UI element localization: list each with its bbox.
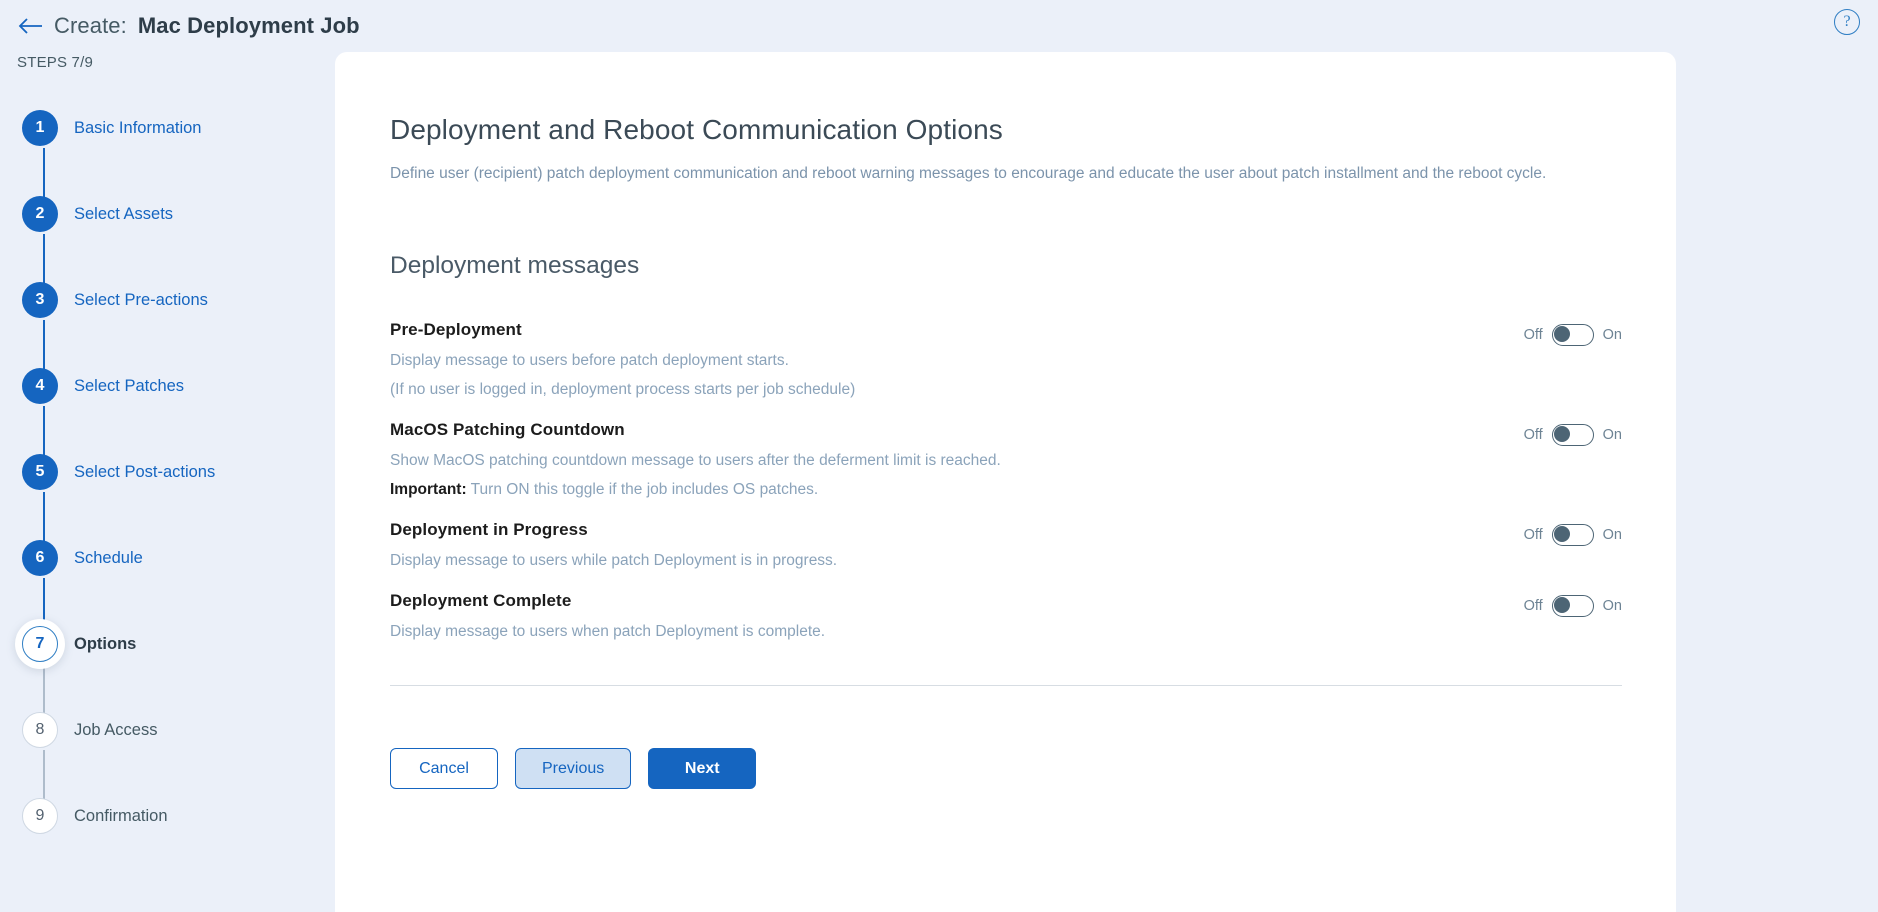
steps-counter: STEPS 7/9 (17, 54, 94, 71)
content-card: Deployment and Reboot Communication Opti… (335, 52, 1676, 912)
option-description-note: Important: Turn ON this toggle if the jo… (390, 478, 1001, 502)
option-description: Display message to users before patch de… (390, 352, 789, 369)
option-title: MacOS Patching Countdown (390, 420, 625, 439)
toggle-deployment-in-progress[interactable] (1551, 524, 1594, 546)
sidebar-item-label: Confirmation (74, 807, 168, 825)
toggle-knob (1553, 526, 1570, 543)
sidebar-item-select-pre-actions[interactable]: 3 Select Pre-actions (0, 282, 335, 372)
help-icon[interactable]: ? (1834, 9, 1860, 35)
sidebar-item-label: Basic Information (74, 119, 202, 137)
toggle-deployment-complete[interactable] (1551, 595, 1594, 617)
sidebar-item-label: Options (74, 635, 137, 653)
step-number-1: 1 (22, 110, 58, 146)
step-connector (43, 148, 45, 200)
stepper: 1 Basic Information 2 Select Assets 3 Se… (0, 110, 335, 884)
toggle-pre-deployment[interactable] (1551, 324, 1594, 346)
sidebar-item-label: Schedule (74, 549, 143, 567)
step-number-7: 7 (22, 626, 58, 662)
toggle-off-label: Off (1523, 427, 1543, 443)
step-connector (43, 578, 45, 630)
sidebar-item-job-access[interactable]: 8 Job Access (0, 712, 335, 802)
option-title: Deployment Complete (390, 591, 572, 610)
sidebar-item-schedule[interactable]: 6 Schedule (0, 540, 335, 630)
option-row-macos-patching-countdown: MacOS Patching Countdown Show MacOS patc… (390, 402, 1622, 502)
section-divider (390, 685, 1622, 686)
toggle-group-deployment-in-progress: Off On (1524, 520, 1622, 546)
step-number-9: 9 (22, 798, 58, 834)
sidebar-item-label: Select Assets (74, 205, 174, 223)
option-row-deployment-complete: Deployment Complete Display message to u… (390, 573, 1622, 644)
section-heading-deployment-messages: Deployment messages (390, 252, 640, 279)
step-number-3: 3 (22, 282, 58, 318)
step-number-6: 6 (22, 540, 58, 576)
step-connector (43, 234, 45, 286)
sidebar-item-select-assets[interactable]: 2 Select Assets (0, 196, 335, 286)
option-description-rest: Turn ON this toggle if the job includes … (466, 481, 819, 498)
cancel-button[interactable]: Cancel (390, 748, 498, 789)
step-number-2: 2 (22, 196, 58, 232)
toggle-off-label: Off (1523, 598, 1543, 614)
step-number-5: 5 (22, 454, 58, 490)
step-number-8: 8 (22, 712, 58, 748)
toggle-knob (1553, 597, 1570, 614)
sidebar-item-basic-information[interactable]: 1 Basic Information (0, 110, 335, 200)
toggle-off-label: Off (1523, 327, 1543, 343)
step-connector (43, 750, 45, 802)
content-description: Define user (recipient) patch deployment… (390, 165, 1547, 182)
step-connector (43, 492, 45, 544)
option-row-deployment-in-progress: Deployment in Progress Display message t… (390, 502, 1622, 573)
step-connector (43, 664, 45, 716)
top-bar: Create: Mac Deployment Job ? (0, 0, 1878, 52)
back-arrow-icon[interactable] (14, 9, 48, 43)
step-number-4: 4 (22, 368, 58, 404)
sidebar-item-select-patches[interactable]: 4 Select Patches (0, 368, 335, 458)
toggle-off-label: Off (1523, 527, 1543, 543)
option-description: Display message to users while patch Dep… (390, 552, 838, 569)
sidebar-item-options[interactable]: 7 Options (0, 626, 335, 716)
toggle-macos-patching-countdown[interactable] (1551, 424, 1594, 446)
option-row-pre-deployment: Pre-Deployment Display message to users … (390, 302, 1622, 402)
toggle-group-macos-patching-countdown: Off On (1524, 420, 1622, 446)
toggle-on-label: On (1602, 598, 1622, 614)
toggle-on-label: On (1602, 327, 1622, 343)
deployment-messages-list: Pre-Deployment Display message to users … (390, 302, 1622, 644)
footer-actions: Cancel Previous Next (390, 748, 1676, 789)
step-connector (43, 320, 45, 372)
page-title: Mac Deployment Job (137, 13, 360, 38)
next-button[interactable]: Next (648, 748, 757, 789)
sidebar-item-select-post-actions[interactable]: 5 Select Post-actions (0, 454, 335, 544)
sidebar-item-confirmation[interactable]: 9 Confirmation (0, 798, 335, 884)
toggle-on-label: On (1602, 527, 1622, 543)
toggle-group-deployment-complete: Off On (1524, 591, 1622, 617)
sidebar-item-label: Select Patches (74, 377, 185, 395)
previous-button[interactable]: Previous (515, 748, 632, 789)
page-title-prefix: Create: (54, 13, 127, 38)
toggle-group-pre-deployment: Off On (1524, 320, 1622, 346)
option-title: Pre-Deployment (390, 320, 522, 339)
toggle-on-label: On (1602, 427, 1622, 443)
step-connector (43, 406, 45, 458)
option-description-strong: Important: (390, 481, 467, 498)
option-description: Display message to users when patch Depl… (390, 623, 826, 640)
sidebar-item-label: Select Post-actions (74, 463, 216, 481)
option-description: Show MacOS patching countdown message to… (390, 452, 1001, 469)
sidebar-item-label: Job Access (74, 721, 158, 739)
option-description-note: (If no user is logged in, deployment pro… (390, 381, 856, 398)
content-heading: Deployment and Reboot Communication Opti… (390, 114, 1003, 145)
toggle-knob (1553, 426, 1570, 443)
toggle-knob (1553, 326, 1570, 343)
sidebar-item-label: Select Pre-actions (74, 291, 208, 309)
option-title: Deployment in Progress (390, 520, 588, 539)
